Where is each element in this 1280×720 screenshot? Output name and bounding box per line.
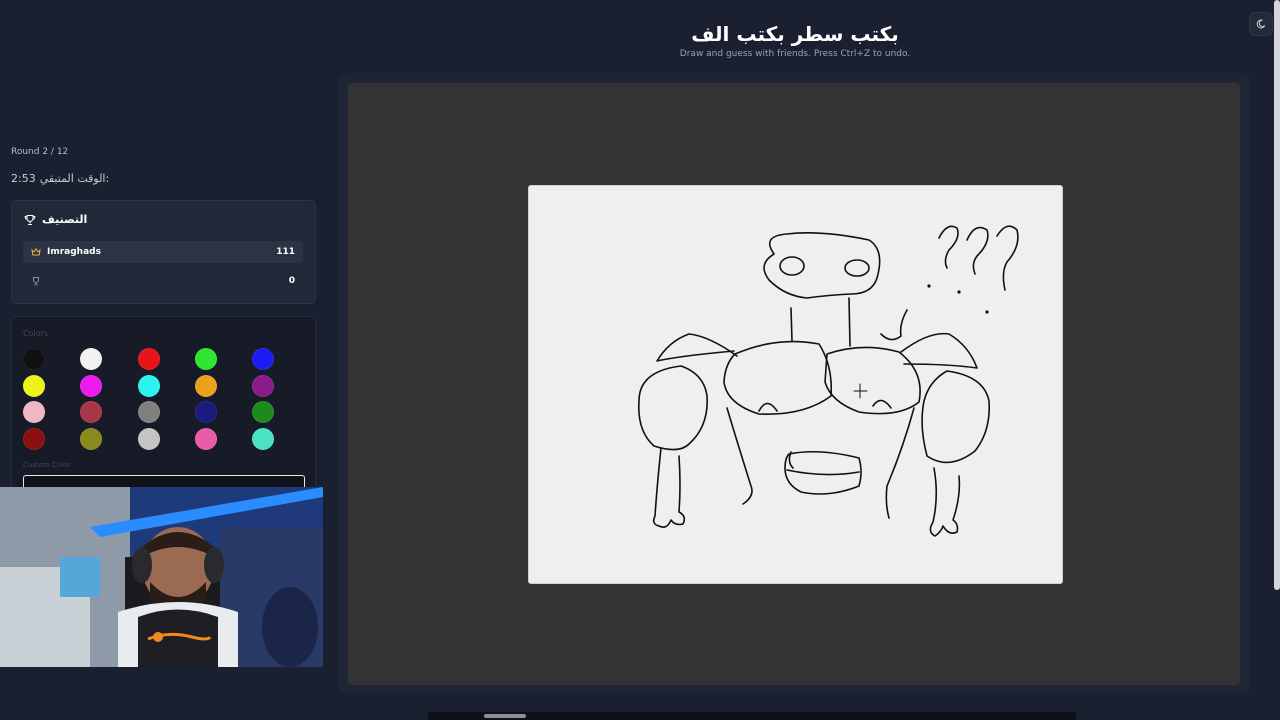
color-swatch[interactable] — [23, 374, 45, 397]
webcam-overlay — [0, 487, 323, 667]
page-header: بكتب سطر بكتب الف Draw and guess with fr… — [560, 20, 1030, 59]
color-swatch[interactable] — [137, 428, 160, 451]
drawing-canvas[interactable] — [528, 185, 1063, 584]
player-score: 0 — [288, 276, 295, 286]
trophy-icon — [24, 214, 36, 225]
leaderboard-panel: التصنيف Imraghads 111 0 — [11, 200, 316, 304]
color-swatch[interactable] — [137, 401, 160, 424]
page-scrollbar[interactable] — [1274, 0, 1280, 590]
round-indicator: Round 2 / 12 — [11, 147, 69, 157]
leaderboard-row: Imraghads 111 — [23, 241, 303, 263]
moon-icon — [1256, 19, 1266, 29]
color-swatch[interactable] — [252, 348, 275, 370]
color-swatch[interactable] — [194, 401, 217, 424]
player-drawing — [637, 225, 1019, 537]
color-swatch[interactable] — [80, 374, 103, 397]
leaderboard-header: التصنيف — [24, 213, 87, 226]
color-swatch[interactable] — [23, 348, 45, 370]
color-swatch[interactable] — [194, 374, 217, 397]
color-swatch[interactable] — [80, 348, 103, 370]
color-swatch[interactable] — [23, 428, 45, 451]
page-subtitle: Draw and guess with friends. Press Ctrl+… — [679, 49, 911, 59]
trophy-icon — [33, 277, 39, 286]
player-score: 111 — [276, 247, 295, 257]
time-remaining-label: الوقت المتبقي: — [39, 172, 110, 185]
color-swatch[interactable] — [194, 428, 217, 451]
player-name: Imraghads — [47, 247, 101, 257]
custom-color-label: Custom Color — [23, 461, 71, 469]
color-swatch[interactable] — [137, 348, 160, 370]
color-swatch[interactable] — [194, 348, 217, 370]
color-palette-panel: Colors Custom Color — [11, 316, 316, 493]
color-swatch[interactable] — [80, 428, 103, 451]
color-swatch[interactable] — [252, 374, 275, 397]
webcam-feed-image — [0, 487, 323, 667]
time-remaining: 2:53 الوقت المتبقي: — [11, 172, 109, 185]
crown-icon — [31, 247, 41, 256]
color-swatch[interactable] — [252, 428, 275, 451]
colors-label: Colors — [23, 329, 49, 338]
page-title: بكتب سطر بكتب الف — [691, 22, 899, 46]
color-swatch[interactable] — [80, 401, 103, 424]
leaderboard-title: التصنيف — [42, 213, 88, 226]
color-swatch[interactable] — [137, 374, 160, 397]
time-remaining-value: 2:53 — [11, 172, 36, 185]
toolbar-handle[interactable] — [484, 714, 526, 718]
leaderboard-row: 0 — [23, 270, 303, 292]
color-swatch[interactable] — [23, 401, 45, 424]
theme-toggle-button[interactable] — [1249, 12, 1273, 36]
color-swatch[interactable] — [252, 401, 275, 424]
